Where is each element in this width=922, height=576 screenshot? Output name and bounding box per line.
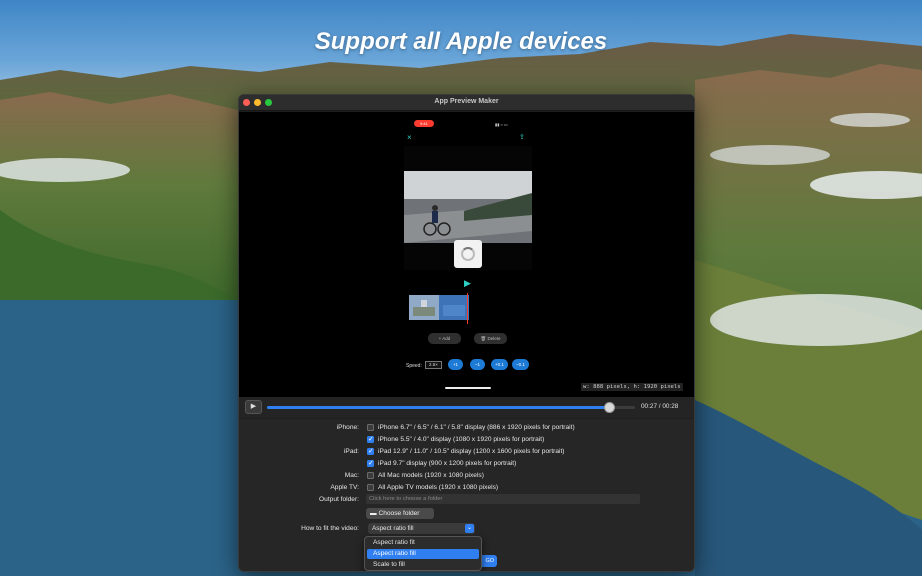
speed-minus-one-button[interactable]: −1 <box>470 359 485 370</box>
export-settings: iPhone: iPhone 6.7" / 6.5" / 6.1" / 5.8"… <box>239 419 694 571</box>
filmstrip[interactable] <box>409 295 469 320</box>
timeline-track[interactable] <box>267 402 635 413</box>
fit-selected-value: Aspect ratio fill <box>372 525 414 532</box>
apple-tv-label: Apple TV: <box>330 484 359 491</box>
timeline-progress <box>267 406 610 409</box>
delete-button[interactable]: 🗑 Delete <box>474 333 507 344</box>
fit-option-aspect-fit[interactable]: Aspect ratio fit <box>367 538 479 548</box>
window-title: App Preview Maker <box>434 98 499 105</box>
mac-label: Mac: <box>344 472 359 479</box>
timeline-play-button[interactable]: ▶ <box>245 400 262 414</box>
chevron-down-icon: ⌄ <box>465 524 474 533</box>
speed-minus-tenth-button[interactable]: −0.1 <box>512 359 529 370</box>
speed-label: Speed: <box>406 363 422 369</box>
fit-option-scale-fill[interactable]: Scale to fill <box>367 560 479 570</box>
ipad-large-checkbox[interactable] <box>367 447 374 455</box>
fit-dropdown-menu: Aspect ratio fit Aspect ratio fill Scale… <box>364 536 482 571</box>
iphone-large-checkbox[interactable] <box>367 424 374 431</box>
headline: Support all Apple devices <box>314 28 608 55</box>
filmstrip-playhead[interactable] <box>467 293 468 324</box>
ipad-label: iPad: <box>343 448 359 455</box>
iphone-large-option[interactable]: iPhone 6.7" / 6.5" / 6.1" / 5.8" display… <box>378 424 575 431</box>
timeline-scrubber[interactable] <box>604 402 616 413</box>
fit-select[interactable]: Aspect ratio fill ⌄ <box>368 523 475 534</box>
speed-value-field[interactable]: 2.5× <box>425 361 442 369</box>
status-time-badge: 9:41 <box>414 120 434 127</box>
share-icon[interactable]: ⇪ <box>519 133 525 141</box>
ipad-small-checkbox[interactable] <box>367 459 374 467</box>
play-icon[interactable]: ▶ <box>464 278 471 289</box>
choose-folder-label: Choose folder <box>378 510 420 517</box>
home-indicator <box>445 387 491 389</box>
apple-tv-option[interactable]: All Apple TV models (1920 x 1080 pixels) <box>378 484 498 491</box>
title-bar[interactable]: App Preview Maker <box>239 95 694 111</box>
playback-timeline: ▶ 00:27 / 00:28 <box>239 397 694 418</box>
iphone-small-option[interactable]: iPhone 5.5" / 4.0" display (1080 x 1920 … <box>378 436 544 443</box>
video-still <box>404 171 532 243</box>
speed-plus-tenth-button[interactable]: +0.1 <box>491 359 508 370</box>
spinner-icon <box>461 247 475 261</box>
iphone-label: iPhone: <box>336 424 359 431</box>
speed-plus-one-button[interactable]: +1 <box>448 359 463 370</box>
device-preview: 9:41 ▮▮ ≈ ▭ × ⇪ ▶ + Add 🗑 Delete Speed: … <box>239 112 694 402</box>
output-folder-label: Output folder: <box>319 496 359 503</box>
iphone-small-checkbox[interactable] <box>367 435 374 443</box>
ipad-small-option[interactable]: iPad 9.7" display (900 x 1200 pixels for… <box>378 460 516 467</box>
output-folder-field[interactable]: Click here to choose a folder <box>366 494 640 504</box>
apple-tv-checkbox[interactable] <box>367 484 374 491</box>
status-bar-icons: ▮▮ ≈ ▭ <box>495 122 508 127</box>
folder-icon: ▬ <box>370 510 377 517</box>
add-button[interactable]: + Add <box>428 333 461 344</box>
app-window: App Preview Maker 9:41 ▮▮ ≈ ▭ × ⇪ ▶ + Ad… <box>238 94 695 572</box>
loading-card <box>454 240 482 268</box>
dimensions-readout: w: 888 pixels, h: 1920 pixels <box>581 383 683 391</box>
mac-checkbox[interactable] <box>367 472 374 479</box>
mac-option[interactable]: All Mac models (1920 x 1080 pixels) <box>378 472 484 479</box>
fit-label: How to fit the video: <box>301 525 359 532</box>
close-icon[interactable]: × <box>407 133 412 142</box>
ipad-large-option[interactable]: iPad 12.9" / 11.0" / 10.5" display (1200… <box>378 448 565 455</box>
fit-option-aspect-fill[interactable]: Aspect ratio fill <box>367 549 479 559</box>
choose-folder-button[interactable]: ▬ Choose folder <box>366 508 434 519</box>
time-readout: 00:27 / 00:28 <box>641 403 679 410</box>
